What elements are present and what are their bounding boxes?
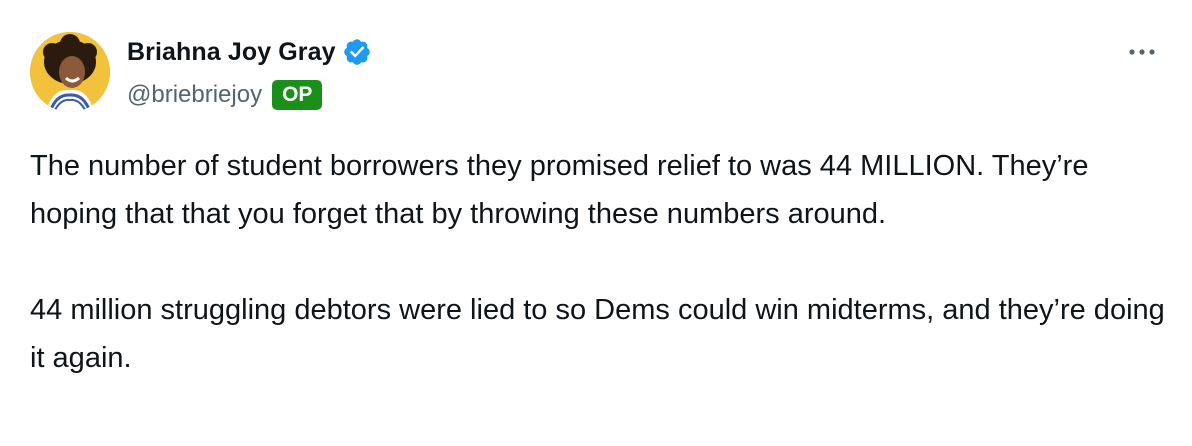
tweet-paragraph-2: 44 million struggling debtors were lied …: [30, 294, 1165, 374]
more-options-button[interactable]: [1124, 40, 1160, 64]
tweet: Briahna Joy Gray @briebriejoy OP The num…: [0, 0, 1192, 446]
verified-badge-icon[interactable]: [342, 37, 372, 67]
more-icon: [1129, 49, 1155, 55]
tweet-text: The number of student borrowers they pro…: [30, 142, 1170, 382]
author-handle-row: @briebriejoy OP: [127, 78, 323, 112]
tweet-paragraph-1: The number of student borrowers they pro…: [30, 150, 1089, 230]
op-badge: OP: [272, 80, 323, 110]
display-name[interactable]: Briahna Joy Gray: [127, 38, 336, 67]
avatar[interactable]: [30, 32, 110, 112]
author-handle[interactable]: @briebriejoy: [127, 81, 262, 109]
avatar-image: [30, 32, 110, 112]
author-name-row: Briahna Joy Gray: [127, 36, 372, 68]
